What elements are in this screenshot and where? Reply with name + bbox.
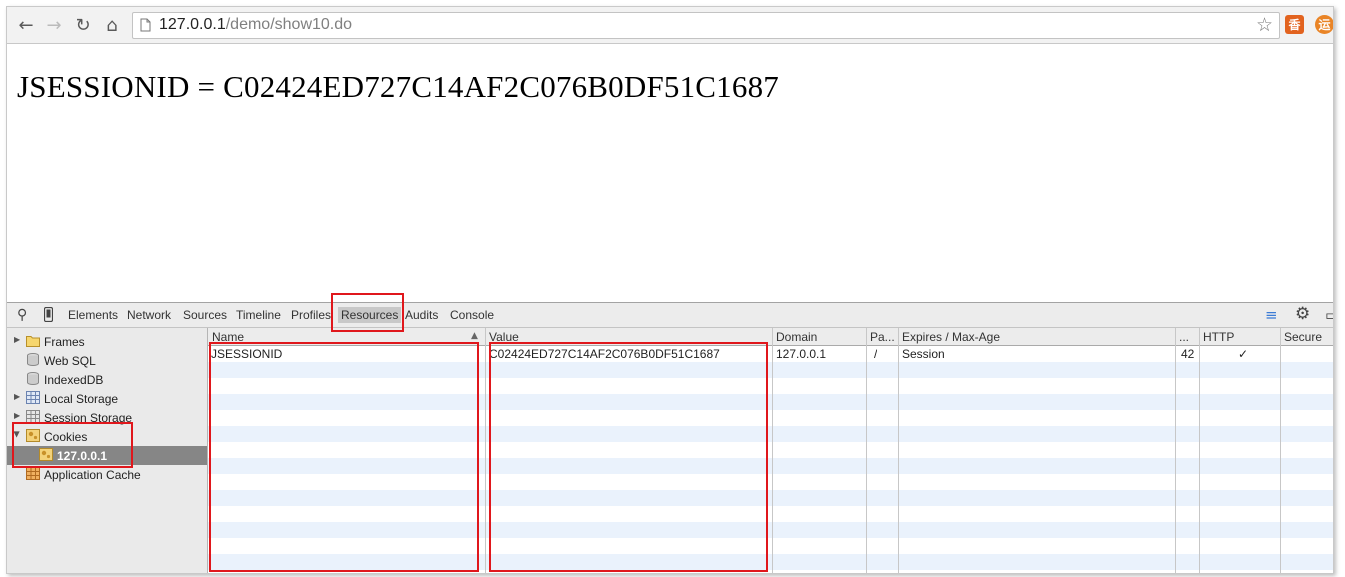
- tab-timeline[interactable]: Timeline: [236, 308, 281, 322]
- sidebar-item-frames[interactable]: ▶ Frames: [7, 332, 207, 351]
- tab-audits[interactable]: Audits: [405, 308, 438, 322]
- tab-elements[interactable]: Elements: [68, 308, 118, 322]
- column-divider[interactable]: [1199, 328, 1200, 573]
- console-drawer-icon[interactable]: ≡: [1265, 306, 1278, 324]
- tab-profiles[interactable]: Profiles: [291, 308, 331, 322]
- settings-gear-icon[interactable]: ⚙: [1295, 304, 1310, 324]
- url-path: /demo/show10.do: [225, 16, 353, 33]
- sidebar-label: Local Storage: [44, 392, 119, 406]
- cookie-expires: Session: [902, 347, 945, 361]
- expand-arrow-icon[interactable]: ▶: [14, 411, 20, 420]
- column-header-domain[interactable]: Domain: [776, 330, 817, 344]
- database-icon: [27, 372, 39, 385]
- extension-2-icon[interactable]: 运: [1315, 15, 1333, 34]
- home-icon[interactable]: ⌂: [101, 14, 123, 36]
- page-content: JSESSIONID = C02424ED727C14AF2C076B0DF51…: [7, 44, 1333, 302]
- expand-arrow-icon[interactable]: ▶: [14, 335, 20, 344]
- table-icon: [26, 391, 40, 404]
- column-header-expires[interactable]: Expires / Max-Age: [902, 330, 1000, 344]
- cookie-domain: 127.0.0.1: [776, 347, 827, 361]
- tab-sources[interactable]: Sources: [183, 308, 227, 322]
- reload-icon[interactable]: ↻: [72, 14, 94, 36]
- extension-1-icon[interactable]: 香: [1285, 15, 1304, 34]
- highlight-cookies: [12, 422, 133, 468]
- cookie-size: 42: [1181, 347, 1195, 361]
- sidebar-item-web-sql[interactable]: Web SQL: [7, 351, 207, 370]
- sidebar-label: Application Cache: [44, 468, 141, 482]
- column-divider[interactable]: [898, 328, 899, 573]
- sort-ascending-icon: ▲: [471, 331, 478, 341]
- highlight-value-column: [489, 342, 768, 572]
- column-header-path[interactable]: Pa...: [870, 330, 898, 344]
- highlight-resources-tab: [331, 293, 404, 332]
- column-divider[interactable]: [1175, 328, 1176, 573]
- column-header-secure[interactable]: Secure: [1284, 330, 1322, 344]
- expand-arrow-icon[interactable]: ▶: [14, 392, 20, 401]
- tab-network[interactable]: Network: [127, 308, 171, 322]
- column-header-size[interactable]: ...: [1179, 330, 1189, 344]
- browser-window: ← → ↻ ⌂ 127.0.0.1/demo/show10.do ☆ 香 运 J…: [6, 6, 1334, 574]
- column-divider[interactable]: [1280, 328, 1281, 573]
- cookie-path: /: [874, 347, 878, 361]
- page-icon: [140, 18, 151, 32]
- url-text: 127.0.0.1/demo/show10.do: [159, 16, 352, 34]
- sidebar-item-local-storage[interactable]: ▶ Local Storage: [7, 389, 207, 408]
- highlight-name-column: [209, 342, 479, 572]
- url-host: 127.0.0.1: [159, 16, 226, 33]
- tab-console[interactable]: Console: [450, 308, 494, 322]
- column-header-http[interactable]: HTTP: [1203, 330, 1234, 344]
- column-divider[interactable]: [485, 328, 486, 573]
- cookie-http-check: ✓: [1238, 347, 1249, 361]
- address-bar[interactable]: 127.0.0.1/demo/show10.do ☆: [132, 12, 1280, 39]
- inspect-search-icon[interactable]: ⚲: [17, 307, 27, 323]
- device-mode-icon[interactable]: [44, 307, 53, 322]
- devtools-tabbar: ⚲ Elements Network Sources Timeline Prof…: [7, 303, 1333, 328]
- database-icon: [27, 353, 39, 366]
- sidebar-label: Frames: [44, 335, 85, 349]
- column-divider[interactable]: [772, 328, 773, 573]
- back-icon[interactable]: ←: [15, 14, 37, 36]
- forward-icon[interactable]: →: [43, 14, 65, 36]
- grid-icon: [26, 467, 40, 480]
- column-divider[interactable]: [866, 328, 867, 573]
- dock-icon[interactable]: ▭: [1325, 306, 1333, 324]
- session-id-text: JSESSIONID = C02424ED727C14AF2C076B0DF51…: [17, 69, 779, 104]
- folder-icon: [26, 336, 40, 347]
- sidebar-label: IndexedDB: [44, 373, 104, 387]
- sidebar-label: Web SQL: [44, 354, 96, 368]
- sidebar-item-indexeddb[interactable]: IndexedDB: [7, 370, 207, 389]
- browser-toolbar: ← → ↻ ⌂ 127.0.0.1/demo/show10.do ☆ 香 运: [7, 7, 1333, 44]
- bookmark-star-icon[interactable]: ☆: [1256, 14, 1273, 36]
